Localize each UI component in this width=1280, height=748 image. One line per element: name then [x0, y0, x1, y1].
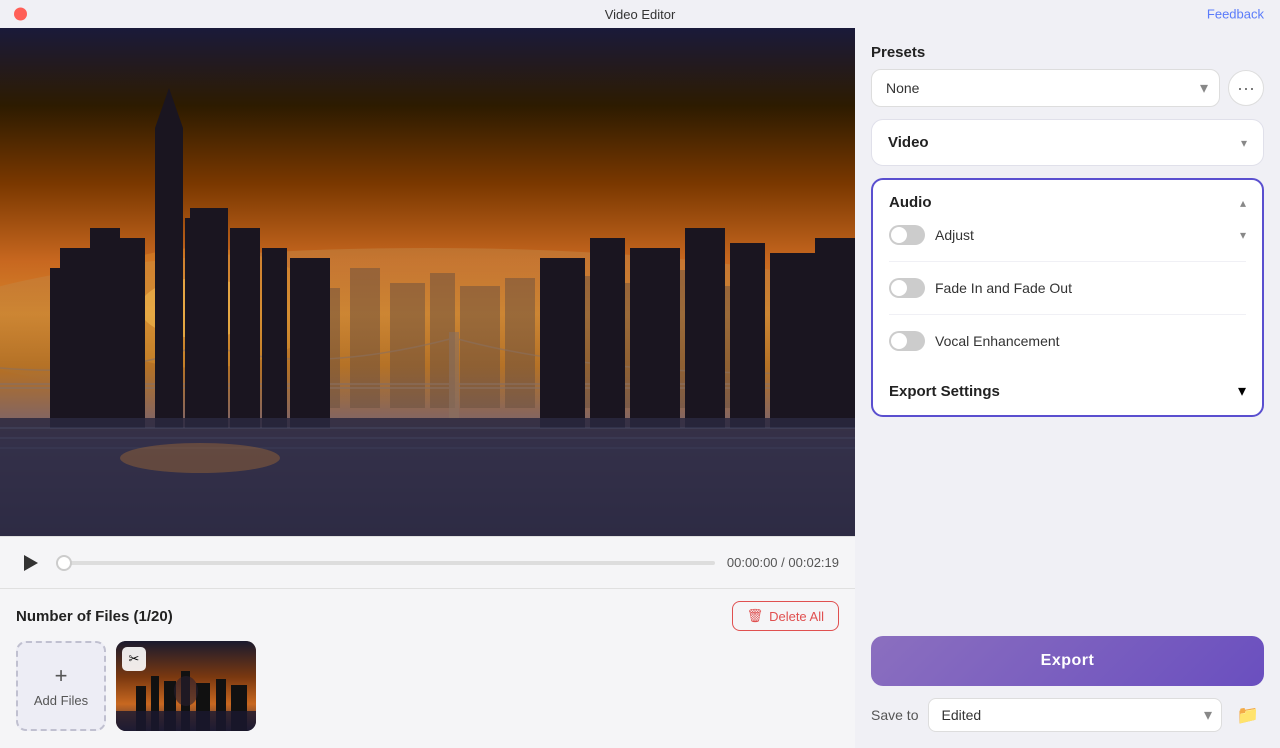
folder-button[interactable]: 📁	[1232, 699, 1264, 731]
presets-label: Presets	[871, 44, 1264, 61]
city-skyline	[0, 28, 855, 536]
export-settings-chevron-icon: ▾	[1238, 381, 1246, 401]
feedback-link[interactable]: Feedback	[1207, 7, 1264, 22]
main-layout: 00:00:00 / 00:02:19 Number of Files (1/2…	[0, 28, 1280, 748]
adjust-slider	[889, 225, 925, 245]
save-to-select[interactable]: Edited Downloads Desktop Documents	[928, 698, 1222, 732]
export-settings-label: Export Settings	[889, 383, 1000, 400]
total-time: 00:02:19	[788, 555, 839, 570]
adjust-label: Adjust	[935, 227, 974, 243]
fade-label: Fade In and Fade Out	[935, 280, 1072, 296]
fade-toggle[interactable]	[889, 278, 925, 298]
fade-option: Fade In and Fade Out	[889, 278, 1246, 298]
vocal-toggle[interactable]	[889, 331, 925, 351]
app-title: Video Editor	[605, 7, 676, 22]
fade-toggle-row: Fade In and Fade Out	[889, 278, 1072, 298]
progress-bar[interactable]	[56, 561, 715, 565]
video-preview	[0, 28, 855, 536]
file-thumbnail[interactable]: ✂	[116, 641, 256, 731]
delete-all-label: Delete All	[769, 609, 824, 624]
export-button[interactable]: Export	[871, 636, 1264, 686]
playback-controls: 00:00:00 / 00:02:19	[0, 536, 855, 588]
close-button[interactable]	[14, 8, 27, 21]
play-icon	[20, 553, 40, 573]
audio-divider-2	[889, 314, 1246, 315]
play-button[interactable]	[16, 549, 44, 577]
right-panel: Presets None Cinematic Vivid Warm Cool ▾…	[855, 28, 1280, 748]
file-header: Number of Files (1/20) 🗑 Delete All	[16, 601, 839, 631]
vocal-toggle-row: Vocal Enhancement	[889, 331, 1060, 351]
more-horiz-icon: ···	[1237, 78, 1255, 99]
audio-chevron-up-icon: ▴	[1240, 196, 1246, 210]
adjust-option: Adjust ▾	[889, 225, 1246, 245]
audio-section-header[interactable]: Audio ▴	[873, 180, 1262, 225]
file-list: + Add Files	[16, 641, 839, 731]
more-options-button[interactable]: ···	[1228, 70, 1264, 106]
audio-content: Adjust ▾ Fade In and Fade Out	[873, 225, 1262, 367]
vocal-slider	[889, 331, 925, 351]
video-section: Video ▾	[871, 119, 1264, 166]
video-chevron-down-icon: ▾	[1241, 136, 1247, 150]
add-files-button[interactable]: + Add Files	[16, 641, 106, 731]
save-to-row: Save to Edited Downloads Desktop Documen…	[871, 698, 1264, 732]
audio-divider-1	[889, 261, 1246, 262]
spacer	[871, 429, 1264, 624]
save-to-label: Save to	[871, 707, 918, 723]
audio-section: Audio ▴ Adjust ▾	[871, 178, 1264, 417]
left-panel: 00:00:00 / 00:02:19 Number of Files (1/2…	[0, 28, 855, 748]
progress-handle[interactable]	[56, 555, 72, 571]
delete-all-button[interactable]: 🗑 Delete All	[732, 601, 839, 631]
scissors-icon: ✂	[122, 647, 146, 671]
presets-section: Presets None Cinematic Vivid Warm Cool ▾…	[871, 44, 1264, 107]
save-to-select-wrapper: Edited Downloads Desktop Documents ▾	[928, 698, 1222, 732]
adjust-toggle[interactable]	[889, 225, 925, 245]
preset-select-wrapper: None Cinematic Vivid Warm Cool ▾	[871, 69, 1220, 107]
vocal-label: Vocal Enhancement	[935, 333, 1060, 349]
vocal-option: Vocal Enhancement	[889, 331, 1246, 351]
add-files-label: Add Files	[34, 693, 88, 708]
file-section: Number of Files (1/20) 🗑 Delete All + Ad…	[0, 588, 855, 748]
presets-row: None Cinematic Vivid Warm Cool ▾ ···	[871, 69, 1264, 107]
adjust-expand-icon: ▾	[1240, 228, 1246, 242]
title-bar: Video Editor Feedback	[0, 0, 1280, 28]
current-time: 00:00:00	[727, 555, 778, 570]
video-section-header[interactable]: Video ▾	[872, 120, 1263, 165]
video-background	[0, 28, 855, 536]
adjust-toggle-row: Adjust	[889, 225, 974, 245]
trash-icon: 🗑	[747, 608, 764, 624]
time-display: 00:00:00 / 00:02:19	[727, 555, 839, 570]
fade-slider	[889, 278, 925, 298]
export-settings-header[interactable]: Export Settings ▾	[873, 367, 1262, 415]
audio-section-label: Audio	[889, 194, 932, 211]
preset-select[interactable]: None Cinematic Vivid Warm Cool	[871, 69, 1220, 107]
plus-icon: +	[55, 665, 68, 687]
folder-icon: 📁	[1237, 705, 1259, 726]
file-count: Number of Files (1/20)	[16, 608, 173, 625]
video-section-label: Video	[888, 134, 929, 151]
